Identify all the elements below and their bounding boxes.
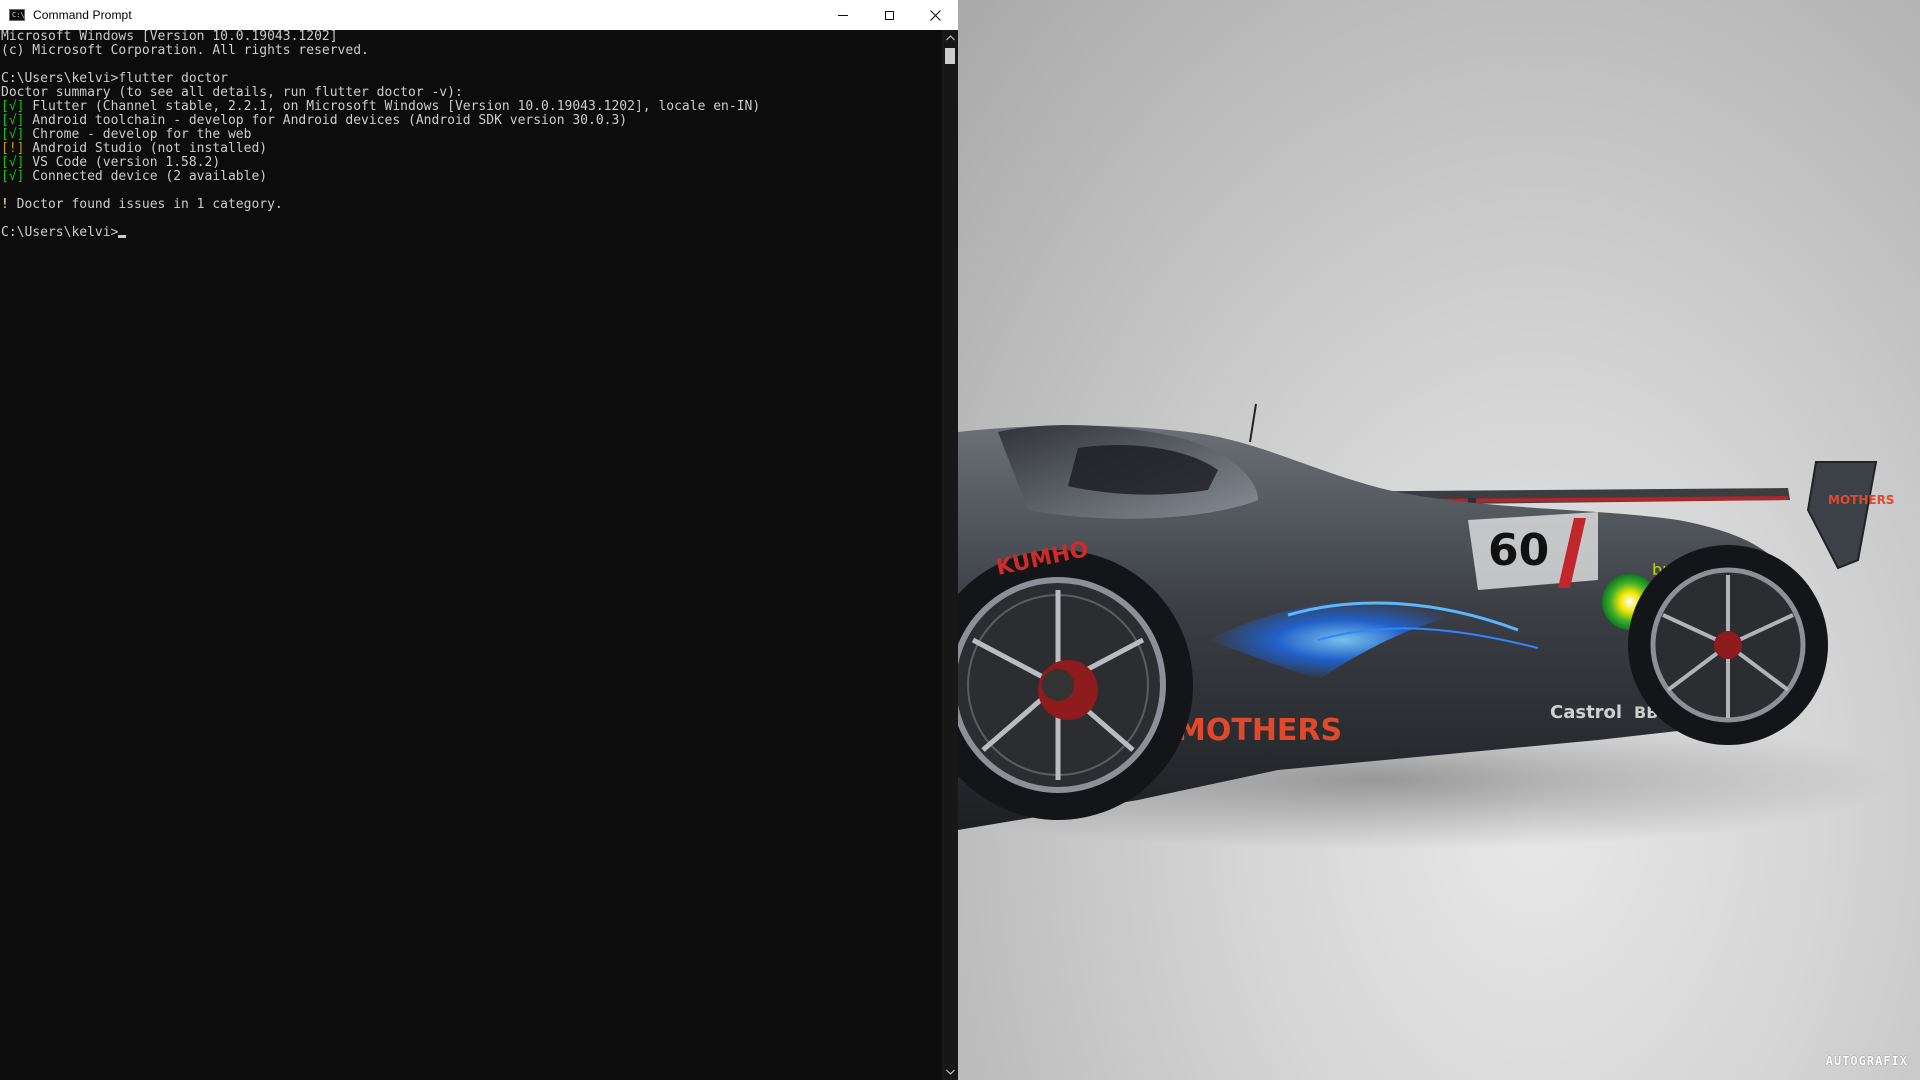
scroll-up-button[interactable] <box>942 30 958 46</box>
console-line: ! Doctor found issues in 1 category. <box>1 198 942 212</box>
console-line: [√] Connected device (2 available) <box>1 170 942 184</box>
check-status-mark: [√] <box>1 127 25 142</box>
console-line-text: Connected device (2 available) <box>24 169 268 184</box>
desktop-wallpaper: 60 bp MOTHERS Castrol BBS MOTHERS KUMHO … <box>958 0 1920 1080</box>
warning-status-mark: ! <box>1 197 9 212</box>
command-prompt-line[interactable]: C:\Users\kelvi> <box>1 226 942 240</box>
console-line: (c) Microsoft Corporation. All rights re… <box>1 44 942 58</box>
check-status-mark: [√] <box>1 99 25 114</box>
close-button[interactable] <box>912 0 958 30</box>
wallpaper-watermark: AUTOGRAFIX <box>1825 1054 1908 1068</box>
check-status-mark: [√] <box>1 155 25 170</box>
console-text: Microsoft Windows [Version 10.0.19043.12… <box>0 30 942 240</box>
close-icon <box>929 9 941 21</box>
console-line <box>1 58 942 72</box>
console-line-text: Android toolchain - develop for Android … <box>24 113 628 128</box>
console-output[interactable]: Microsoft Windows [Version 10.0.19043.12… <box>0 30 942 1080</box>
console-line-text: Doctor summary (to see all details, run … <box>1 85 463 100</box>
scroll-thumb[interactable] <box>945 48 955 64</box>
console-line-text: C:\Users\kelvi>flutter doctor <box>1 71 228 86</box>
command-prompt-window[interactable]: C:\ Command Prompt Microsoft Windows [Ve… <box>0 0 958 1080</box>
scroll-down-button[interactable] <box>942 1064 958 1080</box>
window-title: Command Prompt <box>33 8 132 22</box>
console-line-text: Chrome - develop for the web <box>24 127 252 142</box>
console-line-text <box>1 57 9 72</box>
title-bar[interactable]: C:\ Command Prompt <box>0 0 958 30</box>
console-line: [√] Android toolchain - develop for Andr… <box>1 114 942 128</box>
console-line: Doctor summary (to see all details, run … <box>1 86 942 100</box>
minimize-icon <box>838 14 848 16</box>
mothers-logo: MOTHERS <box>1176 713 1342 748</box>
console-line: Microsoft Windows [Version 10.0.19043.12… <box>1 30 942 44</box>
cmd-app-icon[interactable]: C:\ <box>9 9 25 21</box>
console-line-text: VS Code (version 1.58.2) <box>24 155 221 170</box>
console-line-text: Doctor found issues in 1 category. <box>8 197 283 212</box>
rear-wheel <box>1628 545 1828 745</box>
cmd-icon-label: C:\ <box>12 11 25 19</box>
console-line: [√] Chrome - develop for the web <box>1 128 942 142</box>
console-line: C:\Users\kelvi>flutter doctor <box>1 72 942 86</box>
race-car-image: 60 bp MOTHERS Castrol BBS MOTHERS KUMHO <box>958 403 1898 850</box>
console-line <box>1 184 942 198</box>
chevron-up-icon <box>945 35 955 41</box>
console-line: [!] Android Studio (not installed) <box>1 142 942 156</box>
console-line-text: Microsoft Windows [Version 10.0.19043.12… <box>1 30 338 44</box>
chevron-down-icon <box>945 1069 955 1075</box>
console-line <box>1 212 942 226</box>
maximize-button[interactable] <box>866 0 912 30</box>
console-line-text: Flutter (Channel stable, 2.2.1, on Micro… <box>24 99 761 114</box>
castrol-logo: Castrol <box>1550 702 1622 723</box>
console-line: [√] Flutter (Channel stable, 2.2.1, on M… <box>1 100 942 114</box>
maximize-icon <box>884 10 894 20</box>
minimize-button[interactable] <box>820 0 866 30</box>
check-status-mark: [√] <box>1 113 25 128</box>
console-line-text: Android Studio (not installed) <box>24 141 268 156</box>
text-cursor <box>118 235 127 238</box>
console-line-text: (c) Microsoft Corporation. All rights re… <box>1 43 369 58</box>
console-line-text <box>1 183 9 198</box>
vertical-scrollbar[interactable] <box>942 30 958 1080</box>
warning-status-mark: [!] <box>1 141 25 156</box>
check-status-mark: [√] <box>1 169 25 184</box>
console-line-text <box>1 211 9 226</box>
car-number: 60 <box>1488 525 1549 576</box>
wing-mothers-logo: MOTHERS <box>1828 493 1894 507</box>
console-line: [√] VS Code (version 1.58.2) <box>1 156 942 170</box>
prompt-text: C:\Users\kelvi> <box>1 225 119 240</box>
